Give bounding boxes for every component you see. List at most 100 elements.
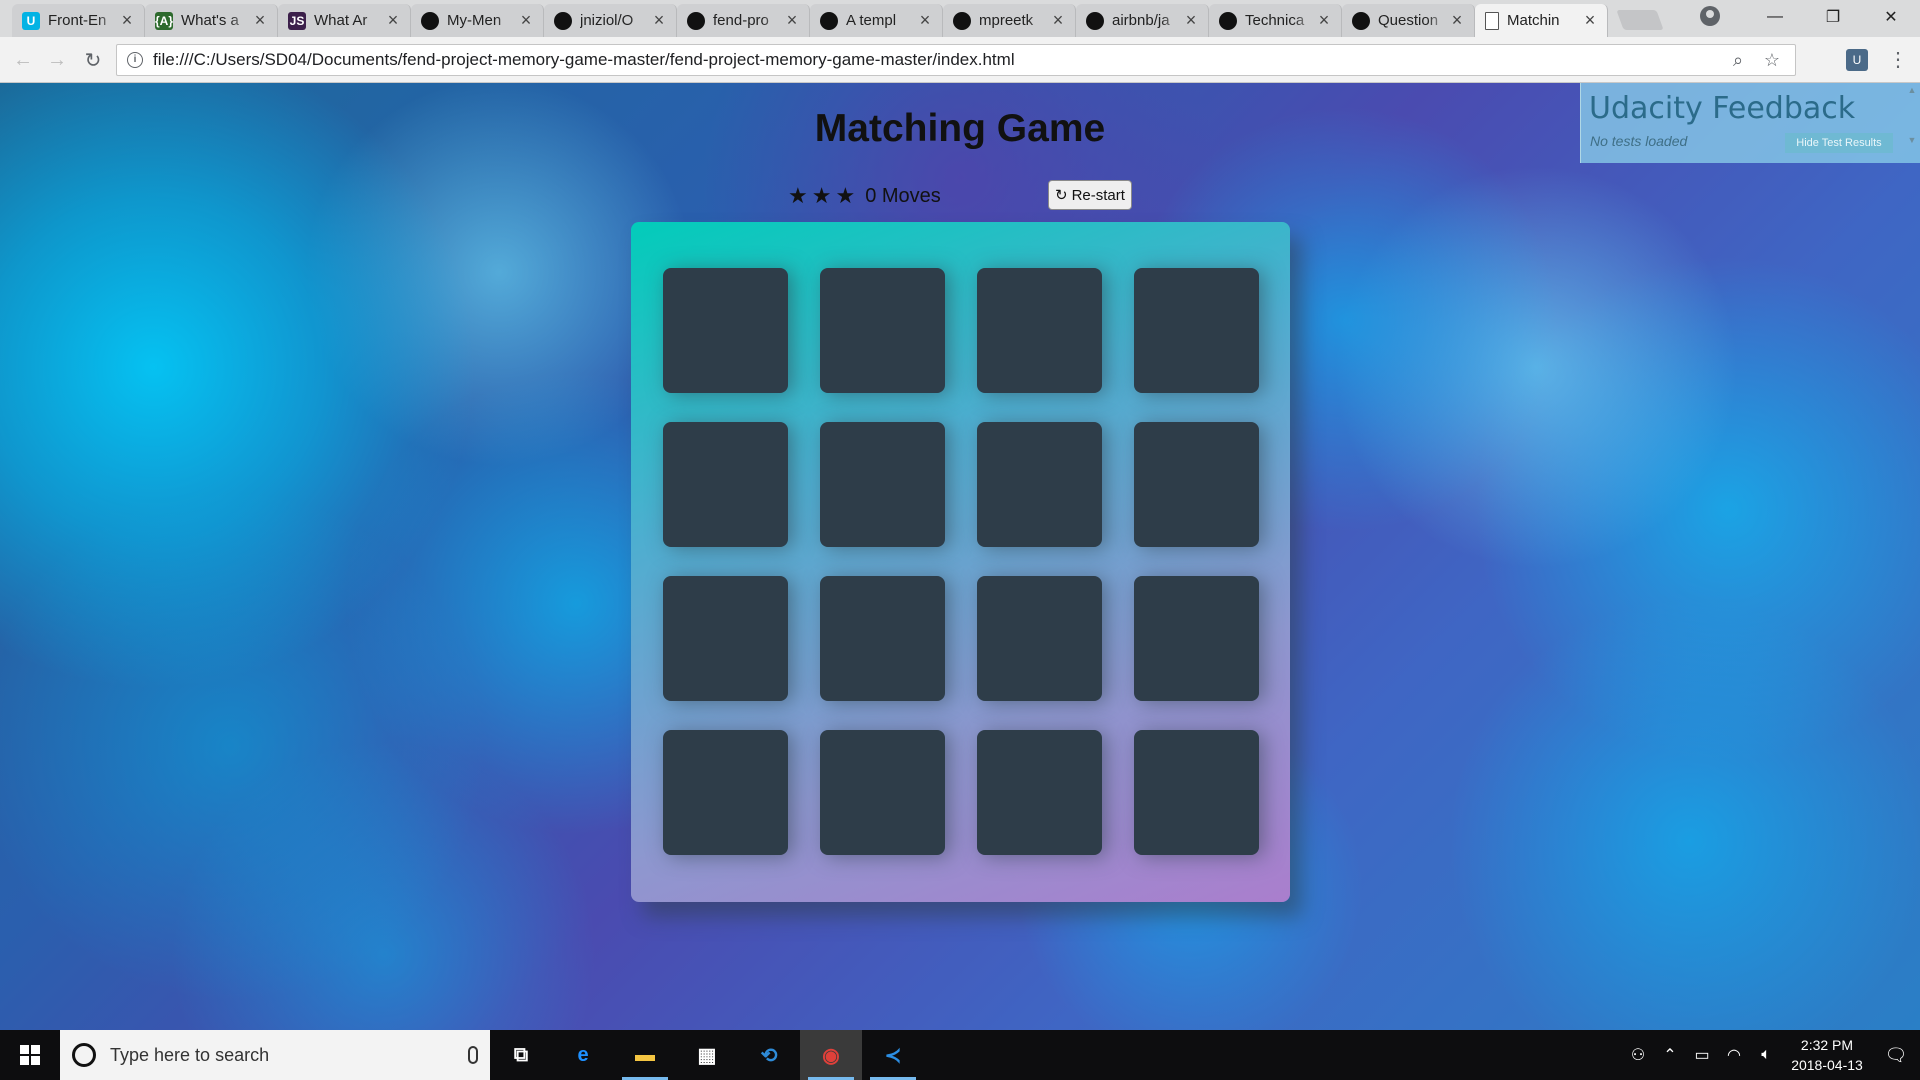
taskbar-task-view-button[interactable]: ⧉ bbox=[490, 1030, 552, 1080]
restart-button[interactable]: ↻ Re-start bbox=[1048, 180, 1132, 210]
restore-button[interactable]: ❐ bbox=[1804, 0, 1862, 34]
code-icon: {A} bbox=[155, 11, 174, 30]
card[interactable] bbox=[1134, 268, 1259, 393]
tab-title: A templ bbox=[846, 12, 897, 29]
tab-close-icon[interactable]: × bbox=[1049, 10, 1067, 31]
minimize-button[interactable]: — bbox=[1746, 0, 1804, 34]
card[interactable] bbox=[977, 730, 1102, 855]
star-rating: ★ ★ ★ bbox=[788, 185, 855, 207]
tab-title: mpreetk bbox=[979, 12, 1034, 29]
app-blue-icon: ⟲ bbox=[760, 1044, 778, 1067]
github-icon bbox=[1219, 11, 1237, 30]
tab-close-icon[interactable]: × bbox=[251, 10, 269, 31]
card[interactable] bbox=[820, 576, 945, 701]
new-tab-button[interactable] bbox=[1616, 10, 1664, 30]
zoom-icon[interactable]: ⌕ bbox=[1727, 50, 1749, 71]
browser-tab[interactable]: jniziol/O × bbox=[544, 4, 677, 37]
search-placeholder[interactable]: Type here to search bbox=[110, 1045, 468, 1066]
volume-muted-icon[interactable]: 🔈︎ bbox=[1750, 1046, 1782, 1064]
browser-tab[interactable]: Matchin × bbox=[1475, 4, 1608, 37]
browser-tab[interactable]: Technica × bbox=[1209, 4, 1342, 37]
card[interactable] bbox=[820, 730, 945, 855]
notification-icon[interactable]: 🗨︎ bbox=[1872, 1045, 1920, 1066]
card[interactable] bbox=[820, 422, 945, 547]
menu-kebab-icon[interactable]: ⋮ bbox=[1888, 47, 1908, 72]
reload-icon[interactable]: ↻ bbox=[80, 47, 106, 73]
tab-title: Matchin bbox=[1507, 12, 1560, 29]
feedback-status: No tests loaded bbox=[1590, 133, 1688, 149]
wifi-icon[interactable]: ◠ bbox=[1718, 1045, 1750, 1065]
tab-close-icon[interactable]: × bbox=[517, 10, 535, 31]
browser-tab[interactable]: U Front-En × bbox=[12, 4, 145, 37]
card[interactable] bbox=[1134, 730, 1259, 855]
taskbar-file-explorer-button[interactable]: ▬ bbox=[614, 1030, 676, 1080]
browser-tab[interactable]: {A} What's a × bbox=[145, 4, 278, 37]
url-text[interactable]: file:///C:/Users/SD04/Documents/fend-pro… bbox=[153, 50, 1727, 70]
profile-icon[interactable] bbox=[1700, 6, 1720, 26]
star-icon: ★ bbox=[811, 183, 832, 208]
store-icon: ▦ bbox=[697, 1044, 717, 1067]
tab-title: Technica bbox=[1245, 12, 1305, 29]
taskbar-app-blue-button[interactable]: ⟲ bbox=[738, 1030, 800, 1080]
taskbar-apps: ⧉ e ▬ ▦ ⟲ ◉ ≺ bbox=[490, 1030, 924, 1080]
clock[interactable]: 2:32 PM 2018-04-13 bbox=[1782, 1035, 1872, 1075]
tab-close-icon[interactable]: × bbox=[1315, 10, 1333, 31]
battery-icon[interactable]: ▭ bbox=[1686, 1045, 1718, 1065]
moves-count: 0 bbox=[865, 184, 877, 207]
feedback-scrollbar[interactable]: ▲ ▼ bbox=[1906, 85, 1918, 161]
tab-close-icon[interactable]: × bbox=[1581, 10, 1599, 31]
card[interactable] bbox=[1134, 422, 1259, 547]
tab-title: airbnb/ja bbox=[1112, 12, 1170, 29]
start-button[interactable] bbox=[0, 1030, 60, 1080]
card[interactable] bbox=[1134, 576, 1259, 701]
browser-tab[interactable]: mpreetk × bbox=[943, 4, 1076, 37]
file-explorer-icon: ▬ bbox=[635, 1043, 655, 1066]
tab-close-icon[interactable]: × bbox=[650, 10, 668, 31]
browser-tab[interactable]: JS What Ar × bbox=[278, 4, 411, 37]
card[interactable] bbox=[977, 576, 1102, 701]
taskbar-store-button[interactable]: ▦ bbox=[676, 1030, 738, 1080]
moves-counter: 0 Moves bbox=[865, 185, 941, 208]
card[interactable] bbox=[663, 268, 788, 393]
browser-tab[interactable]: A templ × bbox=[810, 4, 943, 37]
microphone-icon[interactable] bbox=[468, 1046, 478, 1064]
udacity-extension-icon[interactable]: U bbox=[1846, 49, 1868, 71]
windows-taskbar: Type here to search ⧉ e ▬ ▦ ⟲ ◉ ≺ ⚇ ⌃ ▭ ◠ 🔈︎ 2… bbox=[0, 1030, 1920, 1080]
browser-tab[interactable]: fend-pro × bbox=[677, 4, 810, 37]
tab-close-icon[interactable]: × bbox=[118, 10, 136, 31]
taskbar-search[interactable]: Type here to search bbox=[60, 1030, 490, 1080]
card[interactable] bbox=[663, 422, 788, 547]
forward-arrow-icon[interactable]: → bbox=[44, 47, 70, 73]
github-icon bbox=[953, 11, 971, 30]
browser-tab[interactable]: airbnb/ja × bbox=[1076, 4, 1209, 37]
tab-close-icon[interactable]: × bbox=[783, 10, 801, 31]
card[interactable] bbox=[977, 422, 1102, 547]
back-arrow-icon[interactable]: ← bbox=[10, 47, 36, 73]
page-icon bbox=[1485, 11, 1499, 30]
tab-close-icon[interactable]: × bbox=[1448, 10, 1466, 31]
bookmark-star-icon[interactable]: ☆ bbox=[1761, 50, 1783, 71]
card[interactable] bbox=[977, 268, 1102, 393]
taskbar-chrome-button[interactable]: ◉ bbox=[800, 1030, 862, 1080]
tab-close-icon[interactable]: × bbox=[384, 10, 402, 31]
card[interactable] bbox=[820, 268, 945, 393]
tab-close-icon[interactable]: × bbox=[1182, 10, 1200, 31]
people-icon[interactable]: ⚇ bbox=[1622, 1045, 1654, 1065]
chevron-up-icon[interactable]: ⌃ bbox=[1654, 1045, 1686, 1065]
card[interactable] bbox=[663, 730, 788, 855]
tab-close-icon[interactable]: × bbox=[916, 10, 934, 31]
taskbar-edge-button[interactable]: e bbox=[552, 1030, 614, 1080]
browser-tab[interactable]: My-Men × bbox=[411, 4, 544, 37]
taskbar-vscode-button[interactable]: ≺ bbox=[862, 1030, 924, 1080]
restart-label: Re-start bbox=[1071, 186, 1125, 204]
github-icon bbox=[820, 11, 838, 30]
hide-test-results-button[interactable]: Hide Test Results bbox=[1785, 133, 1893, 153]
close-window-button[interactable]: ✕ bbox=[1862, 0, 1920, 34]
task-view-icon: ⧉ bbox=[513, 1043, 529, 1066]
tab-title: fend-pro bbox=[713, 12, 769, 29]
card[interactable] bbox=[663, 576, 788, 701]
info-icon[interactable]: i bbox=[127, 52, 143, 68]
address-bar[interactable]: i file:///C:/Users/SD04/Documents/fend-p… bbox=[116, 44, 1796, 76]
github-icon bbox=[687, 11, 705, 30]
browser-tab[interactable]: Question × bbox=[1342, 4, 1475, 37]
